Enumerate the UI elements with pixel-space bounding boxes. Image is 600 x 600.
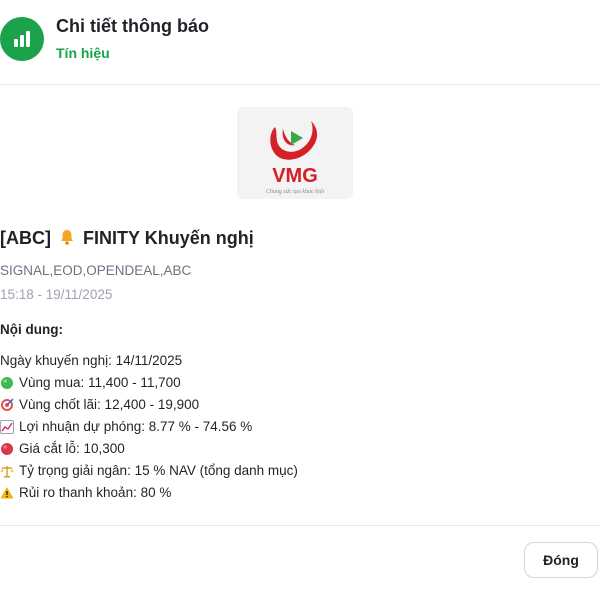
content-line-buy-zone: Vùng mua: 11,400 - 11,700 [0, 372, 298, 394]
green-circle-icon [0, 376, 14, 390]
dialog-subtitle: Tín hiệu [56, 45, 110, 61]
content-line-text: Giá cắt lỗ: 10,300 [19, 441, 125, 456]
notification-title: [ABC] FINITY Khuyến nghị [0, 228, 254, 251]
content-line-date: Ngày khuyến nghị: 14/11/2025 [0, 350, 298, 372]
title-prefix: [ABC] [0, 228, 51, 248]
bar-chart-icon [0, 17, 44, 61]
logo-text: VMG [272, 165, 318, 187]
content-line-take-profit: Vùng chốt lãi: 12,400 - 19,900 [0, 394, 298, 416]
dialog-header: Chi tiết thông báo Tín hiệu [0, 0, 600, 85]
content-line-allocation: Tỷ trọng giải ngân: 15 % NAV (tổng danh … [0, 460, 298, 482]
target-icon [0, 398, 14, 412]
content-line-liquidity-risk: Rủi ro thanh khoản: 80 % [0, 482, 298, 504]
red-circle-icon [0, 442, 14, 456]
warning-icon [0, 486, 14, 500]
content-line-text: Rủi ro thanh khoản: 80 % [19, 485, 172, 500]
content-line-text: Tỷ trọng giải ngân: 15 % NAV (tổng danh … [19, 463, 298, 478]
notification-tags: SIGNAL,EOD,OPENDEAL,ABC [0, 263, 192, 278]
content-line-text: Vùng mua: 11,400 - 11,700 [19, 375, 181, 390]
close-button[interactable]: Đóng [524, 542, 598, 578]
chart-increasing-icon [0, 420, 14, 434]
content-line-stop-loss: Giá cắt lỗ: 10,300 [0, 438, 298, 460]
content-line-text: Vùng chốt lãi: 12,400 - 19,900 [19, 397, 200, 412]
balance-scale-icon [0, 464, 14, 478]
content-line-text: Lợi nhuận dự phóng: 8.77 % - 74.56 % [19, 419, 253, 434]
content-line-expected-profit: Lợi nhuận dự phóng: 8.77 % - 74.56 % [0, 416, 298, 438]
content-line-text: Ngày khuyến nghị: 14/11/2025 [0, 353, 183, 368]
title-text: FINITY Khuyến nghị [83, 228, 254, 248]
notification-timestamp: 15:18 - 19/11/2025 [0, 287, 113, 302]
dialog-title: Chi tiết thông báo [56, 16, 209, 36]
content-lines: Ngày khuyến nghị: 14/11/2025 Vùng mua: 1… [0, 350, 298, 504]
vmg-logo: VMG Chung sức tạo khác biệt [237, 107, 353, 199]
bell-icon [58, 228, 76, 251]
footer-divider [0, 525, 600, 526]
logo-tagline: Chung sức tạo khác biệt [266, 189, 325, 195]
content-label: Nội dung: [0, 322, 63, 337]
